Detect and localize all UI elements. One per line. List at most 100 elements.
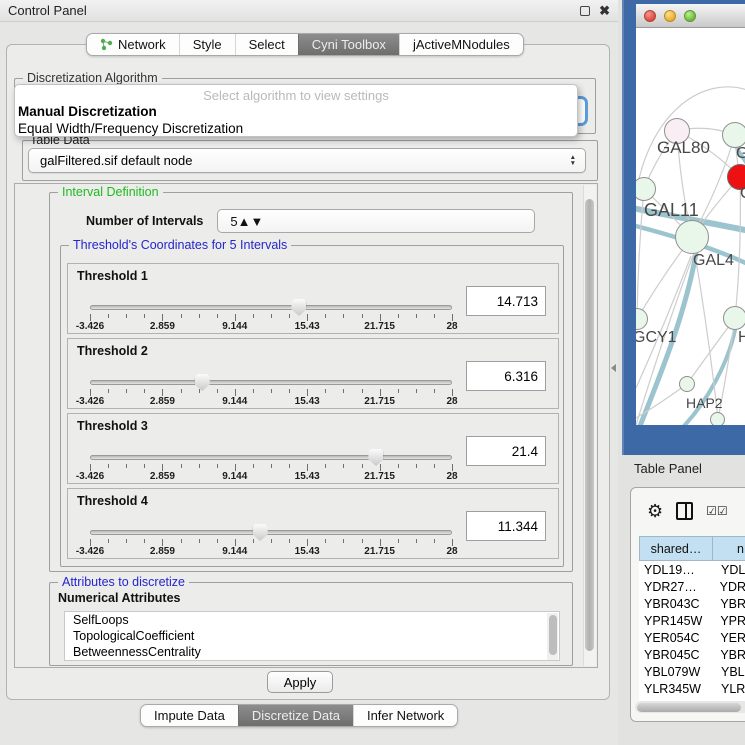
list-scrollbar[interactable] [547, 613, 558, 661]
node-h[interactable] [723, 306, 745, 330]
threshold-1-slider[interactable]: -3.4262.8599.14415.4321.71528 [90, 300, 452, 332]
threshold-3-value-field[interactable]: 21.4 [466, 436, 546, 466]
tab-jactivemnodules[interactable]: jActiveMNodules [399, 34, 523, 55]
cell[interactable]: YDR27… [639, 580, 712, 594]
threshold-2-label: Threshold 2 [77, 344, 148, 358]
list-item[interactable]: BetweennessCentrality [65, 644, 559, 660]
close-traffic-light-icon[interactable] [644, 10, 656, 22]
slider-track [90, 380, 452, 385]
threshold-1-value-field[interactable]: 14.713 [466, 286, 546, 316]
cell[interactable]: YER0 [712, 631, 745, 645]
table-row[interactable]: YPR145W YPR1 [639, 612, 745, 629]
cell[interactable]: YBR043C [639, 597, 712, 611]
attributes-group-title: Attributes to discretize [58, 575, 189, 589]
cyni-bottom-tabs: Impute Data Discretize Data Infer Networ… [140, 704, 458, 727]
table-row[interactable]: YBL079W YBL0 [639, 663, 745, 680]
cell[interactable]: YBL0 [713, 665, 745, 679]
threshold-4-label: Threshold 4 [77, 494, 148, 508]
list-item[interactable]: TopologicalCoefficient [65, 628, 559, 644]
algorithm-dropdown-popup: Select algorithm to view settings Manual… [14, 84, 578, 137]
table-horizontal-scrollbar-thumb[interactable] [637, 703, 741, 712]
algorithm-option-manual[interactable]: Manual Discretization [15, 103, 577, 120]
cell[interactable]: YDL19… [639, 563, 713, 577]
threshold-4-slider[interactable]: -3.4262.8599.14415.4321.71528 [90, 525, 452, 557]
node-label-gal11: GAL11 [644, 200, 699, 221]
tab-discretize-data[interactable]: Discretize Data [238, 705, 353, 726]
cell[interactable]: YPR145W [639, 614, 712, 628]
cell[interactable]: YPR1 [712, 614, 745, 628]
node-bottom-partial[interactable] [710, 412, 725, 425]
slider-tick-labels: -3.4262.8599.14415.4321.71528 [90, 546, 452, 558]
table-header-row: shared… n [639, 536, 745, 561]
table-row[interactable]: YER054C YER0 [639, 629, 745, 646]
cell[interactable]: YDR2 [712, 580, 745, 594]
list-scrollbar-thumb[interactable] [549, 615, 557, 655]
numerical-attributes-label: Numerical Attributes [58, 591, 180, 605]
list-item[interactable]: SelfLoops [65, 612, 559, 628]
node-label-partial-ga: GA [736, 145, 745, 163]
threshold-3-slider[interactable]: -3.4262.8599.14415.4321.71528 [90, 450, 452, 482]
threshold-2-slider[interactable]: -3.4262.8599.14415.4321.71528 [90, 375, 452, 407]
table-data-value: galFiltered.sif default node [40, 153, 192, 168]
algorithm-hint-item: Select algorithm to view settings [15, 85, 577, 103]
table-row[interactable]: YDR27… YDR2 [639, 578, 745, 595]
cell[interactable]: YER054C [639, 631, 712, 645]
settings-scrollbar[interactable] [583, 185, 596, 666]
node-label-gcy1: GCY1 [636, 329, 677, 347]
cell[interactable]: YLR3 [713, 682, 745, 696]
tab-select[interactable]: Select [235, 34, 298, 55]
gear-icon[interactable]: ⚙ [647, 501, 663, 522]
select-columns-checkboxes-icon[interactable]: ☑☑ [706, 504, 728, 518]
table-row[interactable]: YDL19… YDL1 [639, 561, 745, 578]
float-window-icon[interactable] [580, 6, 590, 16]
combo-spinner-icon: ▲▼ [238, 214, 264, 229]
combo-spinner-icon: ▲▼ [570, 155, 576, 167]
cell[interactable]: YLR345W [639, 682, 713, 696]
table-row[interactable]: YBR045C YBR0 [639, 646, 745, 663]
cell[interactable]: YBR0 [712, 597, 745, 611]
node-gal4[interactable] [675, 220, 709, 254]
column-header-name[interactable]: n [713, 536, 745, 561]
column-header-shared-name[interactable]: shared… [639, 536, 713, 561]
minimize-traffic-light-icon[interactable] [664, 10, 676, 22]
algorithm-option-equal-width[interactable]: Equal Width/Frequency Discretization [15, 120, 577, 137]
threshold-4-value-field[interactable]: 11.344 [466, 511, 546, 541]
node-label-partial-h: H [738, 329, 745, 347]
node-hap2[interactable] [679, 376, 695, 392]
settings-scrollbar-thumb[interactable] [585, 199, 594, 651]
zoom-traffic-light-icon[interactable] [684, 10, 696, 22]
number-of-intervals-value: 5 [230, 214, 237, 229]
table-body[interactable]: YDL19… YDL1 YDR27… YDR2 YBR043C YBR0 YPR… [639, 561, 745, 701]
application-root: Control Panel ✖ Network [0, 0, 745, 745]
tab-impute-data[interactable]: Impute Data [141, 705, 238, 726]
control-panel-titlebar: Control Panel ✖ [0, 0, 618, 22]
tab-cyni-toolbox[interactable]: Cyni Toolbox [298, 34, 399, 55]
cell[interactable]: YDL1 [713, 563, 745, 577]
attributes-to-discretize-group: Attributes to discretize Numerical Attri… [49, 582, 573, 666]
network-canvas[interactable]: GAL80 GA C GAL11 GAL4 GCY1 H HAP2 [636, 28, 745, 425]
table-row[interactable]: YBR043C YBR0 [639, 595, 745, 612]
tab-style[interactable]: Style [179, 34, 235, 55]
table-panel: ⚙ ☑☑ shared… n YDL19… YDL1 YDR27… YDR2 Y… [630, 487, 745, 722]
threshold-2-value-field[interactable]: 6.316 [466, 361, 546, 391]
splitter-handle-icon[interactable] [611, 364, 616, 372]
tab-network[interactable]: Network [87, 34, 179, 55]
number-of-intervals-combobox[interactable]: 5 ▲▼ [217, 209, 535, 233]
cell[interactable]: YBR045C [639, 648, 712, 662]
threshold-2-box: Threshold 2 -3.4262.8599.14415.4321.7152… [67, 338, 559, 409]
numerical-attributes-list[interactable]: SelfLoops TopologicalCoefficient Between… [64, 611, 560, 661]
panel-title: Control Panel [8, 3, 571, 18]
table-data-combobox[interactable]: galFiltered.sif default node ▲▼ [28, 148, 586, 173]
cell[interactable]: YBR0 [712, 648, 745, 662]
close-icon[interactable]: ✖ [599, 3, 610, 19]
threshold-3-label: Threshold 3 [77, 419, 148, 433]
cell[interactable]: YBL079W [639, 665, 713, 679]
table-horizontal-scrollbar[interactable] [635, 701, 745, 713]
tab-network-label: Network [118, 37, 166, 52]
slider-track [90, 530, 452, 535]
apply-button[interactable]: Apply [267, 671, 333, 693]
table-row[interactable]: YLR345W YLR3 [639, 680, 745, 697]
tab-infer-network[interactable]: Infer Network [353, 705, 457, 726]
network-window-titlebar [636, 4, 745, 28]
columns-icon[interactable] [676, 502, 693, 520]
